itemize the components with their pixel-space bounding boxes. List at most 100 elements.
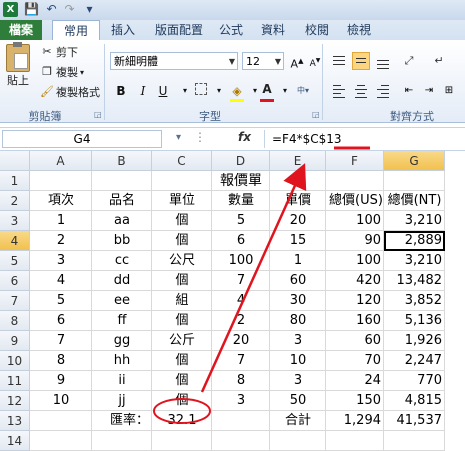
tab-insert[interactable]: 插入 [106,20,140,40]
data-cell[interactable]: 8 [30,351,92,371]
data-cell[interactable]: 420 [326,271,384,291]
wrap-text-button[interactable]: ↵ [430,52,448,70]
data-cell[interactable]: aa [92,211,152,231]
cell[interactable] [212,411,270,431]
orientation-button[interactable]: ⤢ [400,52,418,70]
align-middle-button[interactable] [352,52,370,70]
row-header[interactable]: 2 [0,191,30,211]
cell[interactable] [326,171,384,191]
data-cell[interactable]: 5,136 [384,311,445,331]
data-cell[interactable]: 20 [270,211,326,231]
cell[interactable] [326,431,384,451]
data-cell[interactable]: bb [92,231,152,251]
row-header[interactable]: 14 [0,431,30,451]
data-cell[interactable]: 個 [152,211,212,231]
copy-button[interactable]: ❐ 複製 ▾ [40,64,84,80]
underline-button[interactable]: U [154,82,172,100]
data-cell[interactable]: 個 [152,391,212,411]
data-cell[interactable]: 120 [326,291,384,311]
sheet-title[interactable]: 報價單 [212,171,270,191]
data-cell[interactable]: 90 [326,231,384,251]
data-cell[interactable]: 5 [212,211,270,231]
paste-button[interactable]: 貼上 [6,42,30,88]
column-header-c[interactable]: C [152,151,212,171]
align-center-button[interactable] [352,82,370,100]
row-header[interactable]: 8 [0,311,30,331]
tab-file[interactable]: 檔案 [0,20,42,40]
cell[interactable] [270,171,326,191]
align-left-button[interactable] [330,82,348,100]
customize-toolbar-icon[interactable]: ▾ [82,2,97,17]
data-cell[interactable]: 100 [326,211,384,231]
row-header[interactable]: 3 [0,211,30,231]
column-header-d[interactable]: D [212,151,270,171]
data-cell[interactable]: 2,247 [384,351,445,371]
data-cell[interactable]: 770 [384,371,445,391]
data-cell[interactable]: 60 [270,271,326,291]
total-us-value[interactable]: 1,294 [326,411,384,431]
cell[interactable] [384,171,445,191]
data-cell[interactable]: ii [92,371,152,391]
cell[interactable] [92,431,152,451]
data-cell[interactable]: 13,482 [384,271,445,291]
row-header[interactable]: 10 [0,351,30,371]
data-cell[interactable]: 9 [30,371,92,391]
total-label[interactable]: 合計 [270,411,326,431]
data-cell[interactable]: 公斤 [152,331,212,351]
data-cell[interactable]: 個 [152,351,212,371]
data-cell[interactable]: 1,926 [384,331,445,351]
data-cell[interactable]: 80 [270,311,326,331]
data-cell[interactable]: 10 [30,391,92,411]
total-nt-value[interactable]: 41,537 [384,411,445,431]
data-cell[interactable]: 4,815 [384,391,445,411]
italic-button[interactable]: I [134,82,152,100]
tab-review[interactable]: 校閱 [300,20,334,40]
data-cell[interactable]: 5 [30,291,92,311]
data-cell[interactable]: 30 [270,291,326,311]
font-size-select[interactable]: 12 ▼ [242,52,284,70]
formula-bar-splitter[interactable]: ⋮ [194,130,206,144]
tab-data[interactable]: 資料 [256,20,290,40]
column-header-g[interactable]: G [384,151,445,171]
decrease-indent-button[interactable]: ⇤ [400,82,418,100]
data-cell[interactable]: 3 [212,391,270,411]
format-painter-button[interactable]: 🖌 複製格式 [40,84,100,100]
data-cell[interactable]: 20 [212,331,270,351]
align-right-button[interactable] [374,82,392,100]
row-header[interactable]: 13 [0,411,30,431]
data-cell[interactable]: 3 [30,251,92,271]
cell[interactable] [152,431,212,451]
row-header[interactable]: 7 [0,291,30,311]
data-cell[interactable]: 3,210 [384,211,445,231]
data-cell[interactable]: gg [92,331,152,351]
data-cell[interactable]: 4 [212,291,270,311]
merge-center-button[interactable]: ⊞ [440,82,458,100]
font-color-button[interactable]: A [258,80,276,98]
data-cell[interactable]: 個 [152,311,212,331]
tab-formulas[interactable]: 公式 [214,20,248,40]
tab-view[interactable]: 檢視 [342,20,376,40]
bold-button[interactable]: B [112,82,130,100]
data-cell[interactable]: 2 [212,311,270,331]
cut-button[interactable]: ✂ 剪下 [40,44,78,60]
data-cell[interactable]: 公尺 [152,251,212,271]
font-name-select[interactable]: 新細明體 ▼ [110,52,238,70]
column-header-b[interactable]: B [92,151,152,171]
column-heading[interactable]: 品名 [92,191,152,211]
data-cell[interactable]: 6 [212,231,270,251]
data-cell[interactable]: 70 [326,351,384,371]
border-button[interactable] [192,82,210,100]
data-cell[interactable]: jj [92,391,152,411]
data-cell[interactable]: hh [92,351,152,371]
data-cell[interactable]: 3,210 [384,251,445,271]
data-cell[interactable]: dd [92,271,152,291]
border-dropdown[interactable]: ▾ [210,82,228,100]
data-cell[interactable]: 7 [212,351,270,371]
row-header[interactable]: 5 [0,251,30,271]
data-cell[interactable]: 1 [30,211,92,231]
row-header[interactable]: 6 [0,271,30,291]
phonetic-button[interactable]: 中▾ [294,82,312,100]
data-cell[interactable]: 個 [152,371,212,391]
data-cell[interactable]: 4 [30,271,92,291]
row-header[interactable]: 9 [0,331,30,351]
